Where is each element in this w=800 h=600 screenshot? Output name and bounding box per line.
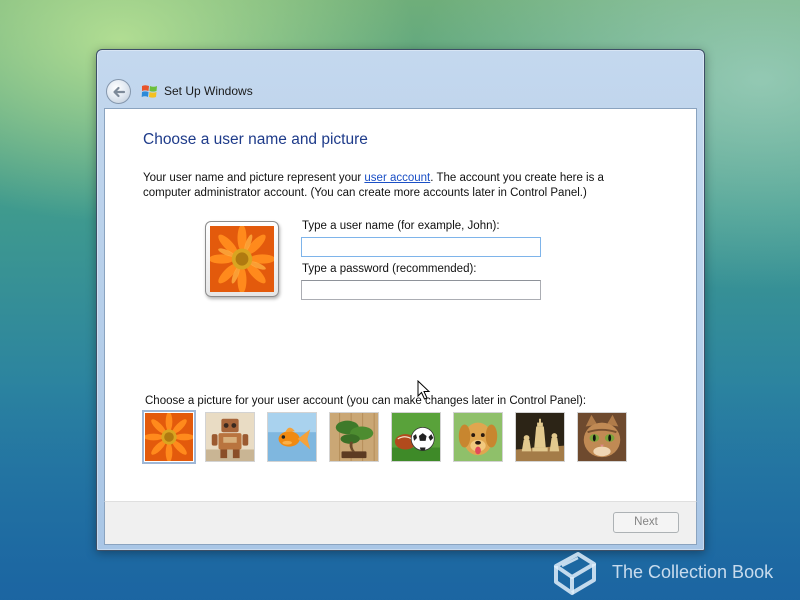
intro-text: Your user name and picture represent you…: [143, 171, 643, 200]
windows-logo-icon: [141, 85, 157, 98]
wizard-footer: Next: [104, 501, 697, 545]
intro-text-start: Your user name and picture represent you…: [143, 172, 365, 184]
title-bar: Set Up Windows: [97, 50, 704, 108]
flower-picture: [210, 226, 274, 292]
current-user-picture: [205, 221, 279, 297]
picture-gallery: [142, 410, 643, 464]
window-title: Set Up Windows: [164, 84, 253, 98]
user-account-link[interactable]: user account: [364, 172, 430, 184]
picture-option-kitten[interactable]: [577, 412, 627, 462]
watermark: The Collection Book: [548, 550, 773, 596]
picture-option-dog[interactable]: [453, 412, 503, 462]
picture-option-robot[interactable]: [205, 412, 255, 462]
setup-window: Set Up Windows Choose a user name and pi…: [96, 49, 705, 551]
picture-option-bonsai[interactable]: [329, 412, 379, 462]
flower-picture-thumb: [145, 413, 193, 461]
picture-option-chess[interactable]: [515, 412, 565, 462]
book-icon: [554, 552, 596, 595]
picture-option-fish[interactable]: [267, 412, 317, 462]
password-label: Type a password (recommended):: [302, 263, 477, 275]
username-label: Type a user name (for example, John):: [302, 220, 500, 232]
picture-chooser-label: Choose a picture for your user account (…: [145, 395, 587, 407]
username-input[interactable]: [301, 237, 541, 257]
password-input[interactable]: [301, 280, 541, 300]
page-title: Choose a user name and picture: [143, 131, 368, 148]
back-button[interactable]: [106, 79, 131, 104]
picture-option-soccer-ball[interactable]: [391, 412, 441, 462]
next-button[interactable]: Next: [613, 512, 679, 533]
back-arrow-icon: [112, 86, 125, 97]
picture-option-flower[interactable]: [142, 410, 196, 464]
watermark-text: The Collection Book: [612, 561, 774, 582]
content-area: Choose a user name and picture Your user…: [104, 108, 697, 501]
